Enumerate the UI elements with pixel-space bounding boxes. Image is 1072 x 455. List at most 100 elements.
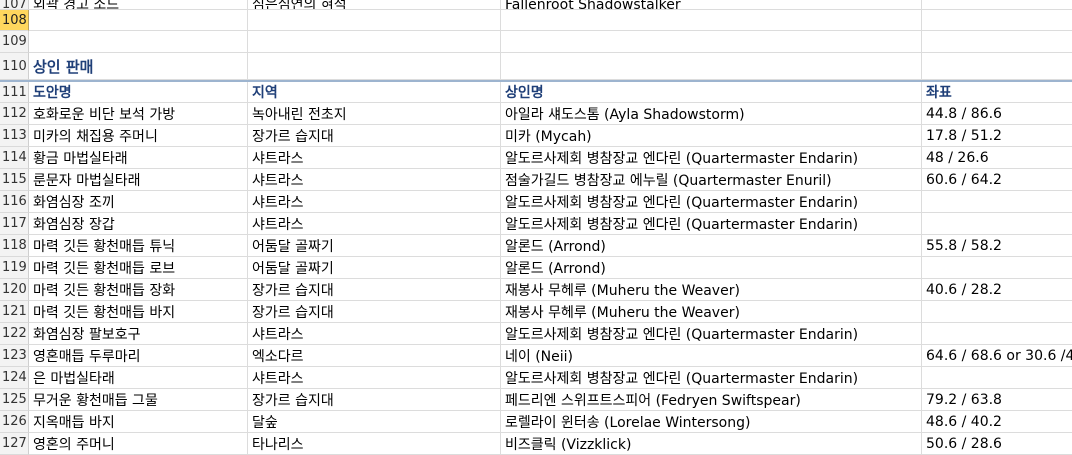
pattern-name-cell[interactable]: 미카의 채집용 주머니 [29,125,248,147]
pattern-name-cell[interactable]: 화염심장 팔보호구 [29,323,248,345]
pattern-name-cell[interactable]: 영혼의 주머니 [29,433,248,455]
vendor-name-cell[interactable]: 알도르사제회 병참장교 엔다린 (Quartermaster Endarin) [501,367,922,389]
pattern-name-cell[interactable]: 마력 깃든 황천매듭 로브 [29,257,248,279]
pattern-name-cell[interactable]: 화염심장 장갑 [29,213,248,235]
pattern-name-cell[interactable]: 화염심장 조끼 [29,191,248,213]
cell[interactable] [501,53,922,80]
region-cell[interactable]: 어둠달 골짜기 [248,257,501,279]
vendor-name-cell[interactable]: 재봉사 무헤루 (Muheru the Weaver) [501,279,922,301]
region-cell[interactable]: 장가르 습지대 [248,389,501,411]
cell[interactable] [29,31,248,53]
row-number[interactable]: 117 [0,213,29,235]
header-coordinates[interactable]: 좌표 [922,82,1072,103]
vendor-name-cell[interactable]: 알도르사제회 병참장교 엔다린 (Quartermaster Endarin) [501,213,922,235]
coordinates-cell[interactable]: 60.6 / 64.2 [922,169,1072,191]
cell[interactable] [501,31,922,53]
coordinates-cell[interactable] [922,323,1072,345]
region-cell[interactable]: 어둠달 골짜기 [248,235,501,257]
header-region[interactable]: 지역 [248,82,501,103]
pattern-name-cell[interactable]: 마력 깃든 황천매듭 장화 [29,279,248,301]
region-cell[interactable]: 샤트라스 [248,191,501,213]
cell[interactable] [922,0,1072,10]
pattern-name-cell[interactable]: 마력 깃든 황천매듭 튜닉 [29,235,248,257]
pattern-name-cell[interactable]: 황금 마법실타래 [29,147,248,169]
row-number[interactable]: 114 [0,147,29,169]
vendor-name-cell[interactable]: 아일라 섀도스톰 (Ayla Shadowstorm) [501,103,922,125]
row-number[interactable]: 110 [0,53,29,80]
cell[interactable] [922,10,1072,31]
vendor-name-cell[interactable]: 알도르사제회 병참장교 엔다린 (Quartermaster Endarin) [501,191,922,213]
row-number[interactable]: 113 [0,125,29,147]
region-cell[interactable]: 장가르 습지대 [248,279,501,301]
pattern-name-cell[interactable]: 지옥매듭 바지 [29,411,248,433]
cell[interactable] [501,10,922,31]
coordinates-cell[interactable]: 55.8 / 58.2 [922,235,1072,257]
coordinates-cell[interactable]: 40.6 / 28.2 [922,279,1072,301]
row-number[interactable]: 115 [0,169,29,191]
coordinates-cell[interactable] [922,213,1072,235]
vendor-name-cell[interactable]: 재봉사 무헤루 (Muheru the Weaver) [501,301,922,323]
region-cell[interactable]: 샤트라스 [248,367,501,389]
region-cell[interactable]: 엑소다르 [248,345,501,367]
coordinates-cell[interactable] [922,257,1072,279]
region-cell[interactable]: 샤트라스 [248,323,501,345]
cell[interactable] [922,53,1072,80]
row-number[interactable]: 116 [0,191,29,213]
coordinates-cell[interactable]: 48.6 / 40.2 [922,411,1072,433]
cell[interactable] [248,31,501,53]
cell[interactable] [29,10,248,31]
region-cell[interactable]: 타나리스 [248,433,501,455]
region-cell[interactable]: 샤트라스 [248,169,501,191]
vendor-name-cell[interactable]: 로렐라이 윈터송 (Lorelae Wintersong) [501,411,922,433]
cell[interactable]: Fallenroot Shadowstalker [501,0,922,10]
vendor-name-cell[interactable]: 네이 (Neii) [501,345,922,367]
coordinates-cell[interactable]: 79.2 / 63.8 [922,389,1072,411]
coordinates-cell[interactable] [922,191,1072,213]
header-vendor-name[interactable]: 상인명 [501,82,922,103]
cell[interactable]: 심은심연의 혀석 [248,0,501,10]
coordinates-cell[interactable]: 64.6 / 68.6 or 30.6 /47 [922,345,1072,367]
vendor-name-cell[interactable]: 미카 (Mycah) [501,125,922,147]
vendor-name-cell[interactable]: 알론드 (Arrond) [501,257,922,279]
row-number[interactable]: 120 [0,279,29,301]
section-title[interactable]: 상인 판매 [29,53,248,80]
cell[interactable] [922,31,1072,53]
region-cell[interactable]: 샤트라스 [248,213,501,235]
row-number[interactable]: 112 [0,103,29,125]
row-number[interactable]: 107 [0,0,29,10]
row-number[interactable]: 118 [0,235,29,257]
coordinates-cell[interactable]: 48 / 26.6 [922,147,1072,169]
vendor-name-cell[interactable]: 점술가길드 병참장교 에누릴 (Quartermaster Enuril) [501,169,922,191]
vendor-name-cell[interactable]: 페드리엔 스위프트스피어 (Fedryen Swiftspear) [501,389,922,411]
region-cell[interactable]: 녹아내린 전초지 [248,103,501,125]
row-number[interactable]: 127 [0,433,29,455]
row-number[interactable]: 121 [0,301,29,323]
row-number[interactable]: 123 [0,345,29,367]
coordinates-cell[interactable] [922,367,1072,389]
region-cell[interactable]: 달숲 [248,411,501,433]
pattern-name-cell[interactable]: 마력 깃든 황천매듭 바지 [29,301,248,323]
region-cell[interactable]: 샤트라스 [248,147,501,169]
row-number[interactable]: 125 [0,389,29,411]
vendor-name-cell[interactable]: 비즈클릭 (Vizzklick) [501,433,922,455]
cell[interactable] [248,10,501,31]
header-pattern-name[interactable]: 도안명 [29,82,248,103]
row-number[interactable]: 126 [0,411,29,433]
vendor-name-cell[interactable]: 알도르사제회 병참장교 엔다린 (Quartermaster Endarin) [501,147,922,169]
row-number-active[interactable]: 108 [0,10,29,31]
pattern-name-cell[interactable]: 은 마법실타래 [29,367,248,389]
row-number[interactable]: 119 [0,257,29,279]
coordinates-cell[interactable]: 44.8 / 86.6 [922,103,1072,125]
cell[interactable] [248,53,501,80]
pattern-name-cell[interactable]: 영혼매듭 두루마리 [29,345,248,367]
pattern-name-cell[interactable]: 무거운 황천매듭 그물 [29,389,248,411]
coordinates-cell[interactable]: 17.8 / 51.2 [922,125,1072,147]
pattern-name-cell[interactable]: 호화로운 비단 보석 가방 [29,103,248,125]
cell[interactable]: 외곽 경고 소드 [29,0,248,10]
coordinates-cell[interactable] [922,301,1072,323]
vendor-name-cell[interactable]: 알도르사제회 병참장교 엔다린 (Quartermaster Endarin) [501,323,922,345]
row-number[interactable]: 124 [0,367,29,389]
row-number[interactable]: 109 [0,31,29,53]
region-cell[interactable]: 장가르 습지대 [248,125,501,147]
pattern-name-cell[interactable]: 룬문자 마법실타래 [29,169,248,191]
